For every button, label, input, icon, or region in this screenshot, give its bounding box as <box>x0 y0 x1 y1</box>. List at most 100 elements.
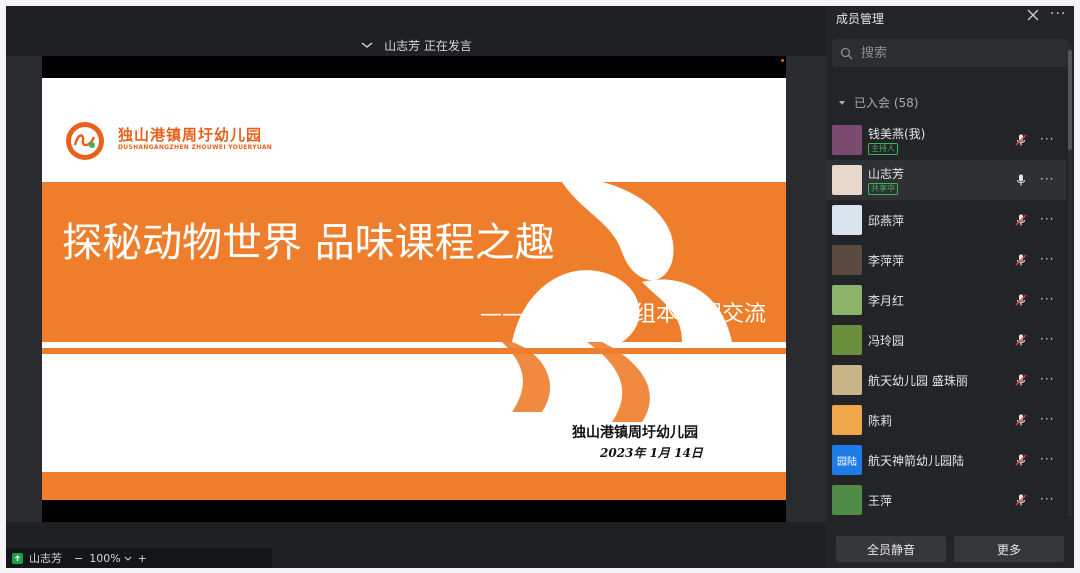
joined-group-header[interactable]: 已入会 (58) <box>838 94 918 111</box>
avatar-text: 园陆 <box>837 456 857 468</box>
joined-group-label: 已入会 (58) <box>854 96 919 110</box>
microphone-muted-icon[interactable] <box>1014 333 1028 347</box>
microphone-muted-icon[interactable] <box>1014 253 1028 267</box>
member-more-button[interactable]: ··· <box>1040 212 1054 226</box>
member-name: 钱美燕(我) <box>868 127 926 141</box>
microphone-muted-icon[interactable] <box>1014 293 1028 307</box>
microphone-muted-icon[interactable] <box>1014 133 1028 147</box>
member-row[interactable]: 山志芳共享中 ··· <box>826 160 1066 200</box>
zoom-level-value: 100% <box>89 551 121 565</box>
speaker-indicator[interactable]: 山志芳 正在发言 <box>6 34 826 56</box>
member-name: 山志芳 <box>868 167 905 181</box>
member-info: 冯玲园 <box>868 332 904 349</box>
member-more-button[interactable]: ··· <box>1040 412 1054 426</box>
member-name: 航天神箭幼儿园陆 <box>868 453 965 468</box>
close-icon[interactable] <box>1026 8 1040 22</box>
member-more-button[interactable]: ··· <box>1040 492 1054 506</box>
member-info: 山志芳 共享中 <box>868 165 904 195</box>
slide-signature-date: 2023年 1月 14日 <box>600 446 703 460</box>
member-row[interactable]: 邱燕萍 ··· <box>826 200 1066 240</box>
member-panel: 成员管理 ··· 已入会 (58) 钱美燕(我)主持人···山志芳共享中···邱… <box>826 6 1074 568</box>
member-more-button[interactable]: ··· <box>1040 292 1054 306</box>
zoom-level-select[interactable]: 100% <box>89 551 132 565</box>
member-role-badge: 主持人 <box>868 143 898 155</box>
recording-dot-icon <box>781 59 784 62</box>
screen-share-stage: 山志芳 正在发言 独山港镇周圩幼儿园 DUSHANGANGZHEN ZHOUWE… <box>6 6 826 568</box>
slide-signature-name: 独山港镇周圩幼儿园 <box>572 425 698 441</box>
member-name: 航天幼儿园 盛珠丽 <box>868 373 968 388</box>
sharer-name: 山志芳 <box>29 552 62 565</box>
decorative-swirl-lower-icon <box>502 342 650 422</box>
slide-subtitle: ——周圩教研组组本课程交流 <box>479 302 766 327</box>
member-info: 航天神箭幼儿园陆 <box>868 452 964 469</box>
avatar[interactable] <box>832 405 862 435</box>
member-more-button[interactable]: ··· <box>1040 252 1054 266</box>
zoom-out-button[interactable]: − <box>74 552 83 565</box>
panel-title: 成员管理 <box>836 12 885 26</box>
avatar[interactable] <box>832 165 862 195</box>
member-list-scroll-thumb[interactable] <box>1068 50 1072 150</box>
microphone-icon[interactable] <box>1014 173 1028 187</box>
caret-down-icon <box>839 100 845 105</box>
member-more-button[interactable]: ··· <box>1040 372 1054 386</box>
microphone-muted-icon[interactable] <box>1014 493 1028 507</box>
member-name: 李月红 <box>868 293 905 308</box>
member-info: 陈莉 <box>868 412 892 429</box>
avatar[interactable] <box>832 365 862 395</box>
member-info: 航天幼儿园 盛珠丽 <box>868 372 968 389</box>
school-name-en: DUSHANGANGZHEN ZHOUWEI YOUERYUAN <box>118 144 273 151</box>
member-more-button[interactable]: ··· <box>1040 332 1054 346</box>
member-more-button[interactable]: ··· <box>1040 452 1054 466</box>
member-name: 王萍 <box>868 493 893 508</box>
member-row[interactable]: 航天幼儿园 盛珠丽 ··· <box>826 360 1066 400</box>
microphone-muted-icon[interactable] <box>1014 453 1028 467</box>
member-row[interactable]: 园陆 航天神箭幼儿园陆 ··· <box>826 440 1066 480</box>
mute-all-button[interactable]: 全员静音 <box>836 536 946 562</box>
avatar[interactable] <box>832 125 862 155</box>
microphone-muted-icon[interactable] <box>1014 373 1028 387</box>
shared-slide: 独山港镇周圩幼儿园 DUSHANGANGZHEN ZHOUWEI YOUERYU… <box>42 78 786 500</box>
member-info: 邱燕萍 <box>868 212 904 229</box>
member-row[interactable]: 冯玲园 ··· <box>826 320 1066 360</box>
member-row[interactable]: 李萍萍 ··· <box>826 240 1066 280</box>
member-name: 冯玲园 <box>868 333 905 348</box>
bottom-band <box>42 472 786 500</box>
meeting-window: 山志芳 正在发言 独山港镇周圩幼儿园 DUSHANGANGZHEN ZHOUWE… <box>6 6 1074 568</box>
avatar[interactable]: 园陆 <box>832 445 862 475</box>
school-name-cn: 独山港镇周圩幼儿园 <box>118 126 263 144</box>
share-control-bar: 山志芳 − 100% + <box>6 548 272 568</box>
search-icon <box>840 47 853 59</box>
avatar[interactable] <box>832 205 862 235</box>
share-area: 独山港镇周圩幼儿园 DUSHANGANGZHEN ZHOUWEI YOUERYU… <box>6 56 826 568</box>
member-more-button[interactable]: ··· <box>1040 172 1054 186</box>
member-info: 王萍 <box>868 492 892 509</box>
microphone-muted-icon[interactable] <box>1014 213 1028 227</box>
sharing-icon <box>12 552 23 564</box>
member-search[interactable] <box>832 39 1068 67</box>
zoom-in-button[interactable]: + <box>138 552 147 565</box>
member-list: 钱美燕(我) 主持人 ··· 山志芳 共享中 ··· 邱燕萍 ··· 李萍萍 ··· 李月红 ··· 冯… <box>826 120 1074 520</box>
member-role-badge: 共享中 <box>868 183 898 195</box>
member-row[interactable]: 钱美燕(我) 主持人 ··· <box>826 120 1066 160</box>
chevron-down-icon[interactable] <box>360 38 374 52</box>
member-name: 陈莉 <box>868 413 893 428</box>
avatar[interactable] <box>832 245 862 275</box>
avatar[interactable] <box>832 325 862 355</box>
member-name: 邱燕萍 <box>868 213 905 228</box>
member-row[interactable]: 王萍 ··· <box>826 480 1066 520</box>
slide-frame: 独山港镇周圩幼儿园 DUSHANGANGZHEN ZHOUWEI YOUERYU… <box>42 56 786 522</box>
speaker-text: 山志芳 正在发言 <box>384 38 472 53</box>
microphone-muted-icon[interactable] <box>1014 413 1028 427</box>
member-row[interactable]: 李月红 ··· <box>826 280 1066 320</box>
avatar[interactable] <box>832 485 862 515</box>
member-info: 李萍萍 <box>868 252 904 269</box>
panel-more-button[interactable]: ··· <box>1050 6 1066 22</box>
member-row[interactable]: 陈莉 ··· <box>826 400 1066 440</box>
avatar[interactable] <box>832 285 862 315</box>
member-info: 钱美燕(我) 主持人 <box>868 125 925 155</box>
more-button[interactable]: 更多 <box>954 536 1064 562</box>
chevron-down-icon <box>124 556 132 561</box>
school-logo-mark-icon <box>73 134 96 148</box>
search-input[interactable] <box>859 44 1043 62</box>
member-more-button[interactable]: ··· <box>1040 132 1054 146</box>
